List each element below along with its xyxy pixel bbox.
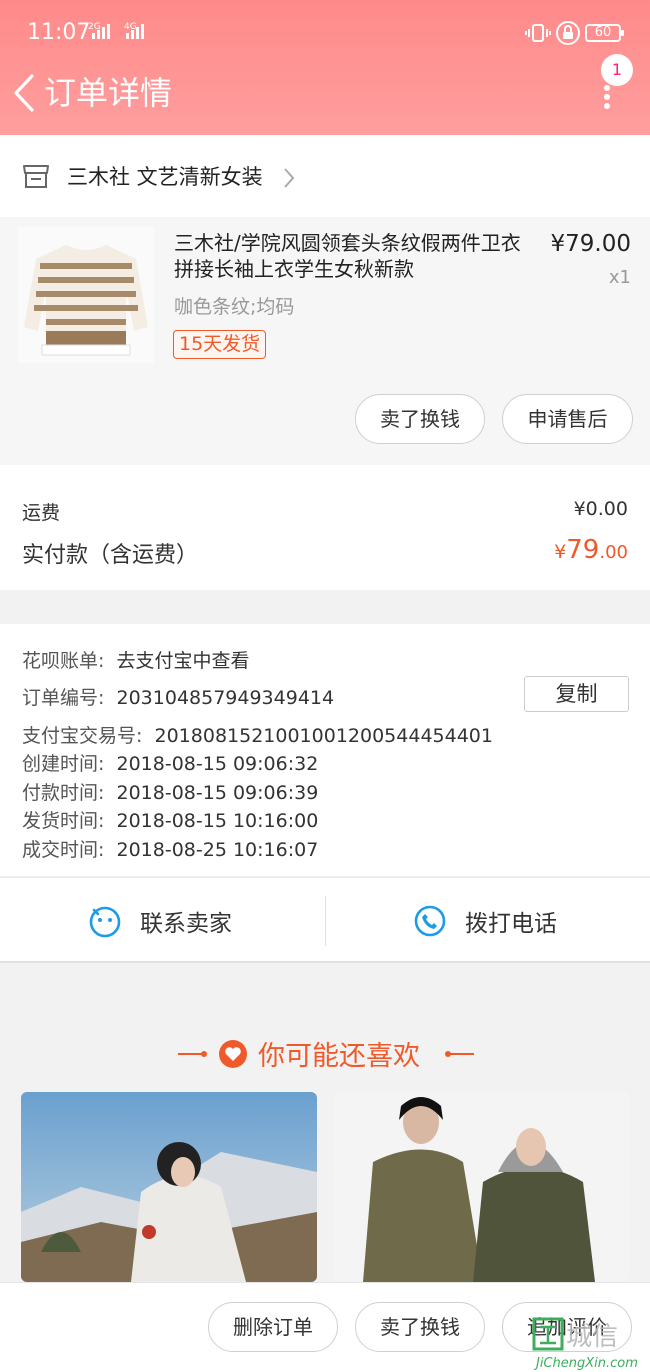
paid-amount-integer: 79 [566, 535, 600, 565]
store-icon [23, 165, 49, 188]
heart-icon [219, 1040, 247, 1068]
shipping-fee-label: 运费 [22, 502, 61, 524]
paid-amount-label: 实付款（含运费） [22, 543, 199, 568]
order-item: 三木社/学院风圆领套头条纹假两件卫衣拼接长袖上衣学生女秋新款 咖色条纹;均码 1… [0, 217, 650, 465]
currency-symbol: ¥ [554, 541, 567, 563]
status-bar: 11:07 2G 4G 60 [0, 0, 650, 66]
contact-seller-label: 联系卖家 [140, 911, 232, 937]
info-row-completed: 成交时间: 2018-08-25 10:16:07 [22, 839, 319, 861]
status-time: 11:07 [27, 20, 91, 45]
signal-icon [92, 24, 110, 39]
left-arrow-decor-icon [178, 1051, 207, 1057]
paid-amount-value: ¥79.00 [554, 535, 628, 565]
signal-icon-2 [126, 24, 144, 39]
after-sale-button[interactable]: 申请售后 [502, 394, 633, 444]
contact-seller-button[interactable]: 联系卖家 [88, 878, 232, 964]
svg-text:JiChengXin.com: JiChengXin.com [533, 1356, 638, 1371]
watermark-logo: 城信 JiChengXin.com [532, 1317, 638, 1371]
info-row-huabei: 花呗账单: 去支付宝中查看 [22, 650, 250, 672]
huabei-link[interactable]: 去支付宝中查看 [117, 650, 250, 672]
shop-name: 三木社 文艺清新女装 [67, 165, 263, 189]
chevron-right-icon [284, 168, 295, 188]
bottom-sell-for-cash-button[interactable]: 卖了换钱 [355, 1302, 485, 1352]
call-phone-label: 拨打电话 [465, 911, 557, 937]
copy-button[interactable]: 复制 [524, 676, 629, 712]
info-row-shipped: 发货时间: 2018-08-15 10:16:00 [22, 810, 319, 832]
lock-icon [556, 21, 580, 45]
call-phone-button[interactable]: 拨打电话 [413, 878, 557, 964]
chat-face-icon [89, 906, 121, 938]
battery-icon: 60 [585, 24, 624, 42]
page-title: 订单详情 [44, 74, 173, 112]
contact-bar: 联系卖家 拨打电话 [0, 877, 650, 963]
product-thumbnail[interactable] [18, 227, 154, 363]
header-bar: 11:07 2G 4G 60 订单详情 1 [0, 0, 650, 135]
recommend-card-1[interactable] [21, 1092, 317, 1282]
message-badge[interactable]: 1 [601, 54, 633, 86]
product-image-jacket-white [21, 1092, 317, 1282]
sell-for-cash-button[interactable]: 卖了换钱 [355, 394, 485, 444]
vibrate-icon [525, 24, 551, 42]
site-watermark: 城信 JiChengXin.com [530, 1315, 650, 1372]
recommend-header: 你可能还喜欢 [0, 1024, 650, 1084]
more-menu-icon[interactable] [596, 82, 618, 112]
info-row-paid: 付款时间: 2018-08-15 09:06:39 [22, 782, 319, 804]
product-price: ¥79.00 [550, 231, 631, 257]
phone-icon [414, 905, 446, 937]
svg-text:城信: 城信 [566, 1322, 618, 1352]
product-image-jacket-olive [333, 1092, 629, 1282]
order-info: 花呗账单: 去支付宝中查看 订单编号: 203104857949349414 复… [0, 624, 650, 876]
shop-row[interactable]: 三木社 文艺清新女装 [0, 135, 650, 217]
contact-divider [325, 896, 326, 946]
info-row-alipay-number: 支付宝交易号: 2018081521001001200544454401 [22, 725, 493, 747]
right-arrow-decor-icon [445, 1051, 474, 1057]
recommend-title: 你可能还喜欢 [258, 1041, 420, 1072]
recommend-card-2[interactable] [333, 1092, 629, 1282]
product-title[interactable]: 三木社/学院风圆领套头条纹假两件卫衣拼接长袖上衣学生女秋新款 [174, 230, 530, 282]
product-sku: 咖色条纹;均码 [174, 296, 295, 318]
paid-amount-decimal: .00 [599, 542, 628, 563]
info-row-order-number: 订单编号: 203104857949349414 [22, 687, 335, 709]
back-icon[interactable] [10, 72, 40, 114]
fee-summary: 运费 ¥0.00 实付款（含运费） ¥79.00 [0, 465, 650, 590]
shipping-fee-value: ¥0.00 [573, 498, 628, 520]
shipping-tag: 15天发货 [173, 330, 267, 359]
delete-order-button[interactable]: 删除订单 [208, 1302, 338, 1352]
product-quantity: x1 [608, 267, 631, 288]
info-row-created: 创建时间: 2018-08-15 09:06:32 [22, 753, 319, 775]
